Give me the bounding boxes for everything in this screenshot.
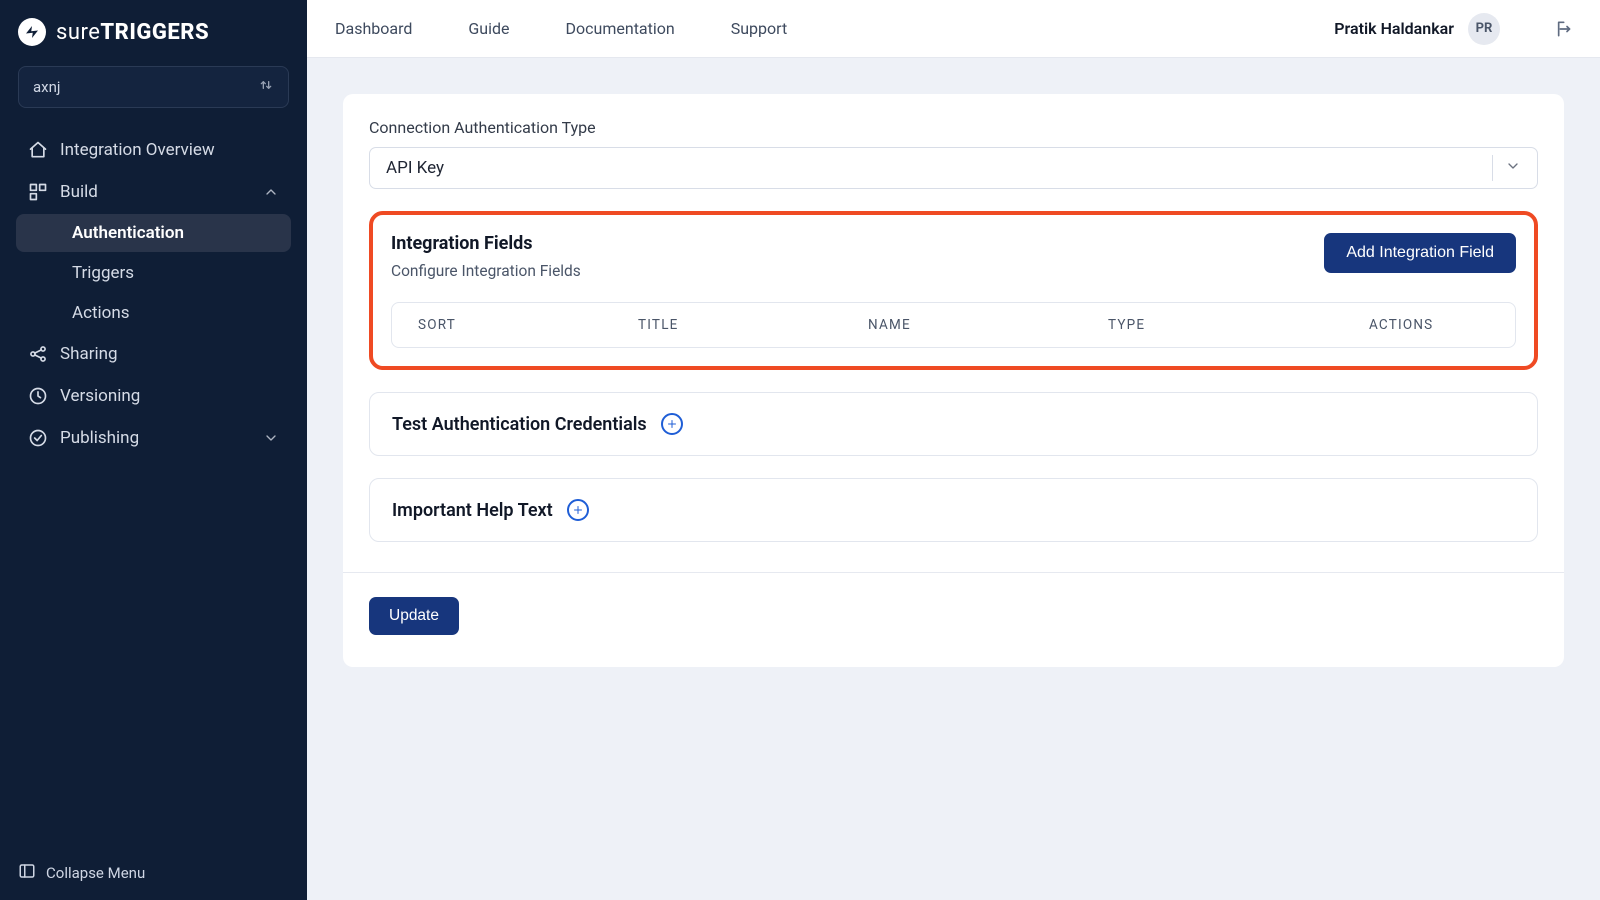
plus-icon bbox=[572, 500, 584, 521]
sidebar-item-label: Authentication bbox=[72, 223, 184, 243]
test-auth-title: Test Authentication Credentials bbox=[392, 414, 647, 435]
top-nav: Dashboard Guide Documentation Support bbox=[335, 19, 787, 38]
project-selector-value: axnj bbox=[33, 78, 60, 96]
sidebar-subitem-authentication[interactable]: Authentication bbox=[16, 214, 291, 252]
test-auth-section: Test Authentication Credentials bbox=[369, 392, 1538, 456]
topnav-dashboard[interactable]: Dashboard bbox=[335, 19, 412, 38]
user-menu[interactable]: Pratik Haldankar PR bbox=[1334, 13, 1500, 45]
brand-text: sureTRIGGERS bbox=[56, 20, 209, 45]
user-name: Pratik Haldankar bbox=[1334, 19, 1454, 38]
project-selector[interactable]: axnj bbox=[18, 66, 289, 108]
blocks-icon bbox=[28, 182, 48, 202]
col-sort: SORT bbox=[418, 317, 638, 333]
sidebar-item-publishing[interactable]: Publishing bbox=[16, 418, 291, 458]
home-icon bbox=[28, 140, 48, 160]
help-text-title: Important Help Text bbox=[392, 500, 553, 521]
add-test-auth-button[interactable] bbox=[661, 413, 683, 435]
main-content: Connection Authentication Type API Key I… bbox=[307, 58, 1600, 703]
auth-type-value: API Key bbox=[386, 158, 444, 178]
col-title: TITLE bbox=[638, 317, 868, 333]
share-icon bbox=[28, 344, 48, 364]
sidebar-item-build[interactable]: Build bbox=[16, 172, 291, 212]
collapse-label: Collapse Menu bbox=[46, 864, 145, 882]
update-button[interactable]: Update bbox=[369, 597, 459, 635]
topnav-documentation[interactable]: Documentation bbox=[566, 19, 675, 38]
clock-icon bbox=[28, 386, 48, 406]
avatar: PR bbox=[1468, 13, 1500, 45]
auth-type-label: Connection Authentication Type bbox=[369, 118, 1538, 137]
help-text-section: Important Help Text bbox=[369, 478, 1538, 542]
chevron-down-icon bbox=[263, 430, 279, 446]
collapse-menu-button[interactable]: Collapse Menu bbox=[0, 846, 307, 900]
sidebar-item-label: Versioning bbox=[60, 386, 140, 406]
sidebar-subitem-actions[interactable]: Actions bbox=[16, 294, 291, 332]
topnav-guide[interactable]: Guide bbox=[468, 19, 509, 38]
brand-mark-icon bbox=[18, 18, 46, 46]
auth-type-select[interactable]: API Key bbox=[369, 147, 1538, 189]
chevron-down-icon bbox=[1505, 158, 1521, 179]
sort-icon bbox=[258, 77, 274, 97]
content-card: Connection Authentication Type API Key I… bbox=[343, 94, 1564, 667]
add-integration-field-button[interactable]: Add Integration Field bbox=[1324, 233, 1516, 273]
panel-collapse-icon bbox=[18, 862, 36, 884]
brand-logo: sureTRIGGERS bbox=[0, 0, 307, 66]
topnav-support[interactable]: Support bbox=[731, 19, 787, 38]
col-actions: ACTIONS bbox=[1369, 317, 1489, 333]
sidebar-item-label: Build bbox=[60, 182, 98, 202]
sidebar-item-label: Publishing bbox=[60, 428, 139, 448]
check-circle-icon bbox=[28, 428, 48, 448]
topbar: Dashboard Guide Documentation Support Pr… bbox=[307, 0, 1600, 58]
logout-icon[interactable] bbox=[1552, 19, 1572, 39]
plus-icon bbox=[666, 414, 678, 435]
sidebar-nav: Integration Overview Build Authenticatio… bbox=[0, 122, 307, 846]
sidebar: sureTRIGGERS axnj Integration Overview B… bbox=[0, 0, 307, 900]
sidebar-item-overview[interactable]: Integration Overview bbox=[16, 130, 291, 170]
integration-fields-title: Integration Fields bbox=[391, 233, 581, 254]
sidebar-item-sharing[interactable]: Sharing bbox=[16, 334, 291, 374]
sidebar-item-label: Integration Overview bbox=[60, 140, 215, 160]
add-help-text-button[interactable] bbox=[567, 499, 589, 521]
col-type: TYPE bbox=[1108, 317, 1369, 333]
col-name: NAME bbox=[868, 317, 1108, 333]
chevron-up-icon bbox=[263, 184, 279, 200]
integration-fields-table-header: SORT TITLE NAME TYPE ACTIONS bbox=[391, 302, 1516, 348]
integration-fields-section: Integration Fields Configure Integration… bbox=[369, 211, 1538, 370]
integration-fields-subtitle: Configure Integration Fields bbox=[391, 262, 581, 280]
divider bbox=[343, 572, 1564, 573]
sidebar-item-label: Triggers bbox=[72, 263, 134, 283]
sidebar-item-label: Sharing bbox=[60, 344, 118, 364]
sidebar-subitem-triggers[interactable]: Triggers bbox=[16, 254, 291, 292]
sidebar-item-versioning[interactable]: Versioning bbox=[16, 376, 291, 416]
sidebar-item-label: Actions bbox=[72, 303, 130, 323]
